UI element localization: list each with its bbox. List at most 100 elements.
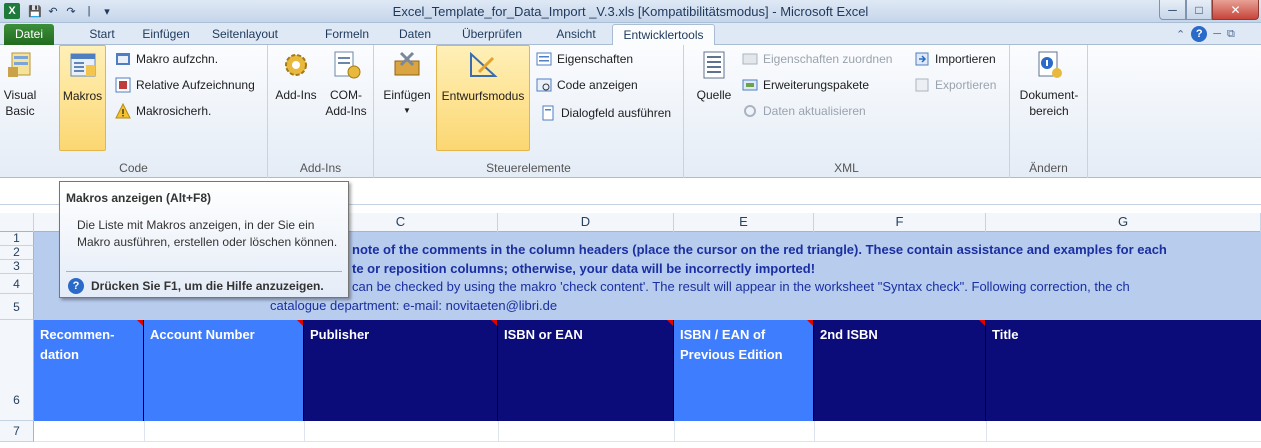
- daten-aktualisieren-button[interactable]: Daten aktualisieren: [742, 101, 866, 121]
- export-icon: [915, 78, 929, 92]
- group-modify: Dokument- bereich Ändern: [1010, 45, 1088, 178]
- tab-review[interactable]: Überprüfen: [452, 24, 532, 45]
- tooltip-help: ? Drücken Sie F1, um die Hilfe anzuzeige…: [68, 278, 324, 294]
- doc-restore-icon[interactable]: ⧉: [1227, 28, 1235, 41]
- visual-basic-label-2: Basic: [5, 104, 35, 118]
- row-header-4[interactable]: 4: [0, 274, 34, 294]
- header-publisher[interactable]: Publisher: [304, 320, 498, 421]
- makros-button[interactable]: Makros: [59, 45, 106, 151]
- entwurfsmodus-button[interactable]: Entwurfsmodus: [436, 45, 530, 151]
- tooltip-title: Makros anzeigen (Alt+F8): [66, 191, 212, 205]
- comment-indicator-icon[interactable]: [979, 320, 985, 326]
- help-icon: ?: [68, 278, 84, 294]
- tab-file[interactable]: Datei: [4, 24, 54, 45]
- makro-aufzeichnen-button[interactable]: Makro aufzchn.: [115, 49, 218, 69]
- visual-basic-button[interactable]: Visual Basic: [2, 49, 38, 119]
- select-all-corner[interactable]: [0, 213, 34, 232]
- makros-icon: [70, 53, 95, 77]
- group-label-code: Code: [119, 161, 148, 175]
- group-addins: Add-Ins COM- Add-Ins Add-Ins: [268, 45, 374, 178]
- tooltip-divider: [66, 271, 342, 272]
- code-anzeigen-label: Code anzeigen: [557, 78, 638, 92]
- view-code-icon: [536, 78, 552, 92]
- gear-icon: [285, 54, 307, 76]
- com-addins-icon: [334, 51, 361, 79]
- com-addins-button[interactable]: COM- Add-Ins: [322, 49, 370, 119]
- exportieren-button[interactable]: Exportieren: [914, 75, 996, 95]
- column-header-g[interactable]: G: [986, 213, 1261, 232]
- row-7[interactable]: [34, 421, 1261, 442]
- visual-basic-icon: [8, 52, 31, 77]
- group-xml: Quelle Eigenschaften zuordnen Erweiterun…: [684, 45, 1010, 178]
- close-icon[interactable]: ✕: [1212, 0, 1259, 20]
- comment-indicator-icon[interactable]: [807, 320, 813, 326]
- ribbon-tabs: Datei Start Einfügen Seitenlayout Formel…: [0, 23, 1261, 46]
- com-addins-label-2: Add-Ins: [325, 104, 367, 118]
- addins-button[interactable]: Add-Ins: [274, 49, 318, 103]
- tab-view[interactable]: Ansicht: [548, 24, 604, 45]
- tab-page-layout[interactable]: Seitenlayout: [205, 24, 285, 45]
- tab-formulas[interactable]: Formeln: [317, 24, 377, 45]
- tab-insert[interactable]: Einfügen: [136, 24, 196, 45]
- dokumentbereich-label-2: bereich: [1029, 104, 1069, 118]
- column-header-f[interactable]: F: [814, 213, 986, 232]
- record-macro-icon: [116, 53, 130, 65]
- header-2nd-isbn[interactable]: 2nd ISBN: [814, 320, 986, 421]
- row-header-3[interactable]: 3: [0, 260, 34, 274]
- comment-indicator-icon[interactable]: [297, 320, 303, 326]
- importieren-label: Importieren: [935, 52, 996, 66]
- group-label-addins: Add-Ins: [299, 161, 342, 175]
- xml-source-icon: [703, 51, 725, 79]
- tab-developer[interactable]: Entwicklertools: [612, 24, 715, 46]
- column-header-e[interactable]: E: [674, 213, 814, 232]
- eigenschaften-zuordnen-label: Eigenschaften zuordnen: [763, 52, 893, 66]
- relative-aufzeichnung-button[interactable]: Relative Aufzeichnung: [115, 75, 255, 95]
- help-icon[interactable]: ?: [1191, 26, 1208, 42]
- header-title[interactable]: Title: [986, 320, 1261, 421]
- code-anzeigen-button[interactable]: Code anzeigen: [536, 75, 638, 95]
- gridline: [144, 421, 145, 442]
- row-header-6[interactable]: 6: [0, 320, 34, 421]
- dialogfeld-ausfuehren-button[interactable]: Dialogfeld ausführen: [540, 103, 671, 123]
- map-properties-icon: [742, 53, 758, 65]
- makro-aufzeichnen-label: Makro aufzchn.: [136, 52, 219, 66]
- minimize-ribbon-icon[interactable]: ⌃: [1176, 28, 1185, 41]
- quelle-button[interactable]: Quelle: [694, 49, 734, 103]
- header-publisher-text: Publisher: [310, 327, 370, 342]
- document-panel-icon: [1038, 51, 1062, 78]
- comment-indicator-icon[interactable]: [491, 320, 497, 326]
- makrosicherheit-button[interactable]: Makrosicherh.: [115, 101, 211, 121]
- properties-icon: [536, 52, 552, 66]
- einfuegen-control-button[interactable]: Einfügen ▼: [382, 49, 432, 119]
- header-isbn[interactable]: ISBN or EAN: [498, 320, 674, 421]
- com-addins-label-1: COM-: [330, 88, 362, 102]
- maximize-icon[interactable]: □: [1186, 0, 1212, 20]
- warning-icon: [115, 103, 131, 119]
- header-account-number[interactable]: Account Number: [144, 320, 304, 421]
- refresh-data-icon: [744, 105, 756, 117]
- header-recommendation[interactable]: Recommen-dation: [34, 320, 144, 421]
- tab-start[interactable]: Start: [80, 24, 124, 45]
- importieren-button[interactable]: Importieren: [914, 49, 996, 69]
- header-isbn-previous[interactable]: ISBN / EAN of Previous Edition: [674, 320, 814, 421]
- group-label-xml: XML: [834, 161, 859, 175]
- erweiterungspakete-button[interactable]: Erweiterungspakete: [742, 75, 869, 95]
- row-header-1[interactable]: 1: [0, 232, 34, 246]
- row-header-2[interactable]: 2: [0, 246, 34, 260]
- dokumentbereich-button[interactable]: Dokument- bereich: [1016, 49, 1082, 119]
- comment-indicator-icon[interactable]: [667, 320, 673, 326]
- row-header-7[interactable]: 7: [0, 421, 34, 442]
- minimize-icon[interactable]: ─: [1159, 0, 1186, 20]
- quelle-label: Quelle: [696, 88, 732, 102]
- row-header-5[interactable]: 5: [0, 294, 34, 320]
- tab-data[interactable]: Daten: [391, 24, 439, 45]
- group-label-modify: Ändern: [1029, 161, 1068, 175]
- instruction-line-3: can be checked by using the makro 'check…: [352, 279, 1130, 294]
- eigenschaften-zuordnen-button[interactable]: Eigenschaften zuordnen: [742, 49, 892, 69]
- doc-minimize-icon[interactable]: ─: [1213, 28, 1221, 40]
- comment-indicator-icon[interactable]: [137, 320, 143, 326]
- expansion-packs-icon: [742, 79, 758, 91]
- eigenschaften-button[interactable]: Eigenschaften: [536, 49, 633, 69]
- column-header-d[interactable]: D: [498, 213, 674, 232]
- instruction-line-2: te or reposition columns; otherwise, you…: [352, 261, 816, 276]
